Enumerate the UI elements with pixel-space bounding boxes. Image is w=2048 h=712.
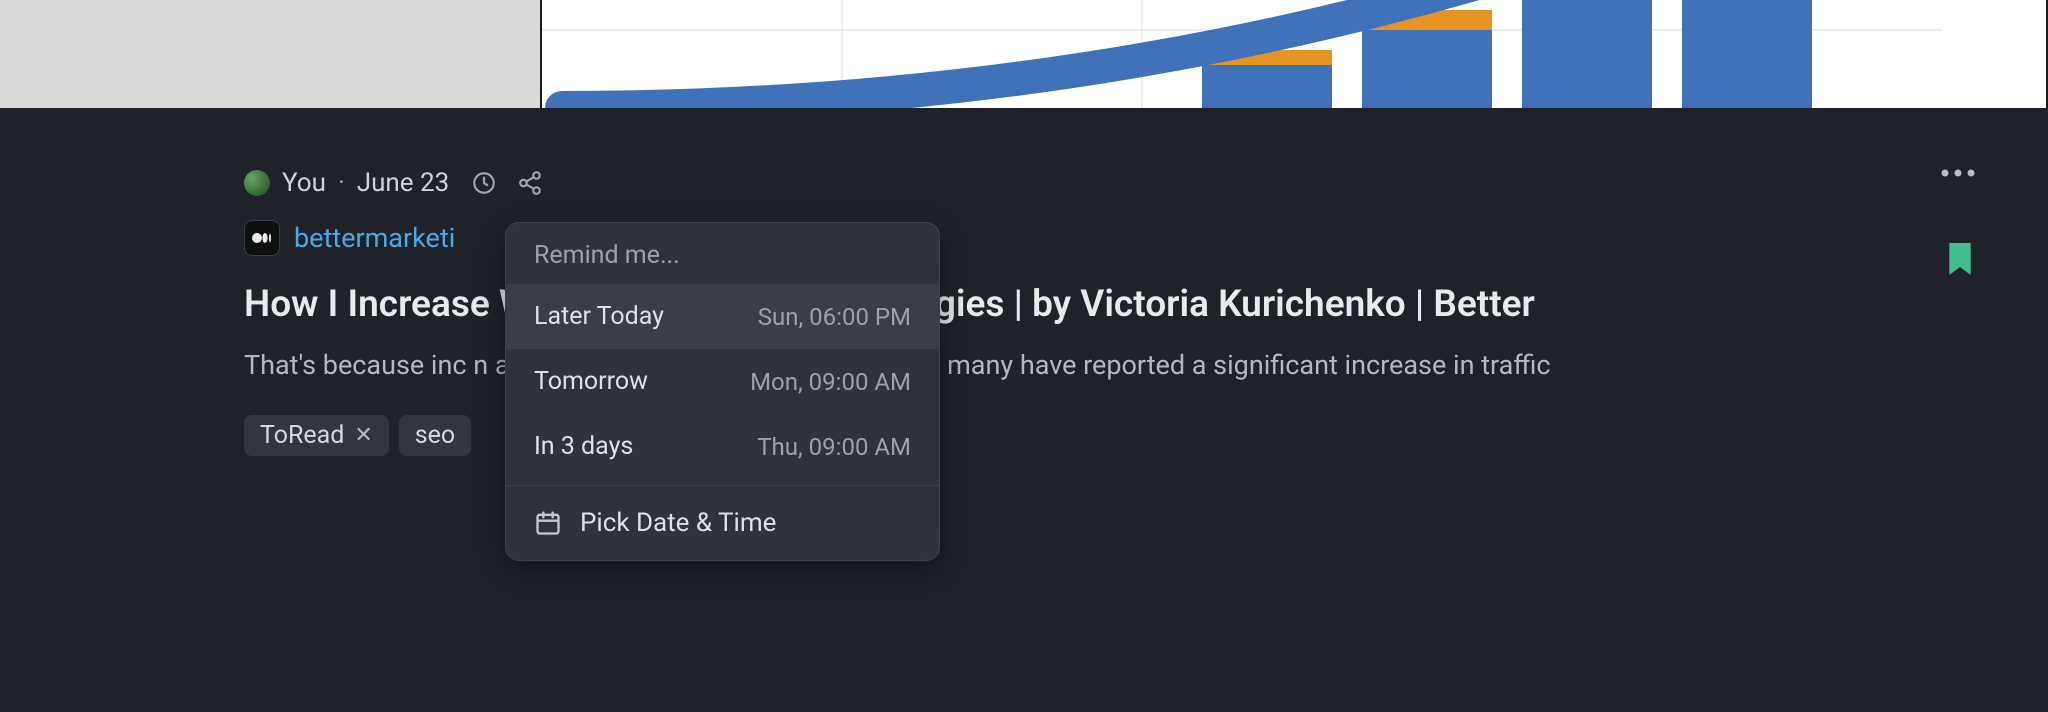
close-icon[interactable]: ✕ xyxy=(354,423,372,448)
medium-icon xyxy=(252,232,272,244)
option-label: Later Today xyxy=(534,302,664,331)
tag-label: seo xyxy=(415,421,455,450)
bookmark-button[interactable] xyxy=(1944,240,1976,278)
option-time: Mon, 09:00 AM xyxy=(750,368,911,396)
more-icon xyxy=(1940,168,1976,178)
article-excerpt: That's because inc n a challenge for sit… xyxy=(244,346,1798,385)
bookmark-icon xyxy=(1944,240,1976,278)
clock-icon[interactable] xyxy=(471,170,497,196)
option-label: Tomorrow xyxy=(534,367,648,396)
tag-seo[interactable]: seo xyxy=(399,415,471,456)
option-time: Thu, 09:00 AM xyxy=(757,433,911,461)
option-label: In 3 days xyxy=(534,432,633,461)
remind-option-later-today[interactable]: Later Today Sun, 06:00 PM xyxy=(506,284,939,349)
hero-banner xyxy=(0,0,2048,108)
source-row: bettermarketi xyxy=(244,220,1798,256)
meta-row: You · June 23 xyxy=(244,168,1798,198)
separator-dot: · xyxy=(338,168,345,198)
post-date: June 23 xyxy=(357,168,450,198)
dropdown-header: Remind me... xyxy=(506,223,939,284)
tag-toread[interactable]: ToRead ✕ xyxy=(244,415,389,456)
calendar-icon xyxy=(534,509,562,537)
option-time: Sun, 06:00 PM xyxy=(758,303,911,331)
article-title[interactable]: How I Increase Website — 3 Proven Strate… xyxy=(244,280,1798,330)
author-name[interactable]: You xyxy=(282,168,326,198)
article-card: You · June 23 bettermar xyxy=(0,108,2048,712)
remind-option-3days[interactable]: In 3 days Thu, 09:00 AM xyxy=(506,414,939,479)
hero-left-band xyxy=(0,0,542,108)
more-button[interactable] xyxy=(1940,168,1976,178)
tag-label: ToRead xyxy=(260,421,344,450)
tag-list: ToRead ✕ seo xyxy=(244,415,1798,456)
pick-date-time-button[interactable]: Pick Date & Time xyxy=(506,486,939,560)
bar-chart-icon xyxy=(542,0,1942,108)
pick-label: Pick Date & Time xyxy=(580,508,776,538)
avatar[interactable] xyxy=(244,170,270,196)
share-icon[interactable] xyxy=(517,170,543,196)
hero-chart-frame xyxy=(540,0,2048,108)
remind-dropdown: Remind me... Later Today Sun, 06:00 PM T… xyxy=(505,222,940,561)
source-link[interactable]: bettermarketi xyxy=(294,222,455,254)
remind-option-tomorrow[interactable]: Tomorrow Mon, 09:00 AM xyxy=(506,349,939,414)
source-badge-icon[interactable] xyxy=(244,220,280,256)
